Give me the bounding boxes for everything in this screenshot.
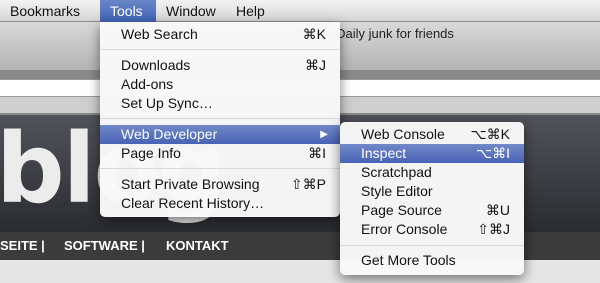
- shortcut-label: ⌘I: [308, 145, 326, 161]
- menu-item-label: Start Private Browsing: [121, 176, 260, 192]
- menu-item-label: Style Editor: [361, 183, 433, 199]
- menu-separator: [100, 118, 340, 119]
- menu-bar: Bookmarks Tools Window Help: [0, 0, 600, 22]
- menu-item-label: Set Up Sync…: [121, 95, 213, 111]
- menu-item-downloads[interactable]: Downloads ⌘J: [100, 56, 340, 75]
- menu-window[interactable]: Window: [158, 0, 224, 22]
- tools-menu: Web Search ⌘K Downloads ⌘J Add-ons Set U…: [100, 22, 340, 217]
- web-developer-submenu: Web Console ⌥⌘K Inspect ⌥⌘I Scratchpad S…: [340, 122, 524, 275]
- menu-separator: [100, 168, 340, 169]
- menu-item-style-editor[interactable]: Style Editor: [340, 182, 524, 201]
- shortcut-label: ⇧⌘P: [290, 176, 326, 192]
- menu-bookmarks[interactable]: Bookmarks: [2, 0, 88, 22]
- menu-item-label: Get More Tools: [361, 252, 456, 268]
- menu-separator: [100, 49, 340, 50]
- menu-item-label: Web Search: [121, 26, 198, 42]
- nav-link-seite[interactable]: SEITE |: [0, 232, 45, 260]
- menu-item-inspect[interactable]: Inspect ⌥⌘I: [340, 144, 524, 163]
- menu-item-label: Downloads: [121, 57, 191, 73]
- menu-item-web-developer[interactable]: Web Developer ▶: [100, 125, 340, 144]
- menu-item-label: Page Source: [361, 202, 442, 218]
- menu-item-label: Page Info: [121, 145, 181, 161]
- nav-link-kontakt[interactable]: KONTAKT: [166, 232, 229, 260]
- menu-item-clear-history[interactable]: Clear Recent History…: [100, 194, 340, 213]
- menu-item-scratchpad[interactable]: Scratchpad: [340, 163, 524, 182]
- shortcut-label: ⌘U: [485, 202, 510, 218]
- menu-item-label: Scratchpad: [361, 164, 432, 180]
- menu-item-web-console[interactable]: Web Console ⌥⌘K: [340, 125, 524, 144]
- menu-item-label: Inspect: [361, 145, 407, 161]
- shortcut-label: ⇧⌘J: [477, 221, 510, 237]
- nav-link-software[interactable]: SOFTWARE |: [64, 232, 145, 260]
- shortcut-label: ⌘K: [302, 26, 326, 42]
- menu-item-set-up-sync[interactable]: Set Up Sync…: [100, 94, 340, 113]
- menu-item-label: Web Developer: [121, 126, 218, 142]
- menu-separator: [340, 245, 524, 246]
- menu-item-web-search[interactable]: Web Search ⌘K: [100, 25, 340, 44]
- menu-item-page-source[interactable]: Page Source ⌘U: [340, 201, 524, 220]
- menu-item-label: Error Console: [361, 221, 448, 237]
- menu-item-private-browsing[interactable]: Start Private Browsing ⇧⌘P: [100, 175, 340, 194]
- shortcut-label: ⌥⌘K: [470, 126, 510, 142]
- shortcut-label: ⌘J: [305, 57, 326, 73]
- menu-item-add-ons[interactable]: Add-ons: [100, 75, 340, 94]
- menu-help[interactable]: Help: [228, 0, 273, 22]
- menu-item-label: Clear Recent History…: [121, 195, 265, 211]
- menu-item-get-more-tools[interactable]: Get More Tools: [340, 251, 524, 270]
- menu-item-label: Add-ons: [121, 76, 174, 92]
- shortcut-label: ⌥⌘I: [475, 145, 510, 161]
- submenu-arrow-icon: ▶: [320, 129, 328, 140]
- menu-item-page-info[interactable]: Page Info ⌘I: [100, 144, 340, 163]
- menu-item-error-console[interactable]: Error Console ⇧⌘J: [340, 220, 524, 239]
- menu-tools[interactable]: Tools: [100, 0, 156, 22]
- menu-item-label: Web Console: [361, 126, 445, 142]
